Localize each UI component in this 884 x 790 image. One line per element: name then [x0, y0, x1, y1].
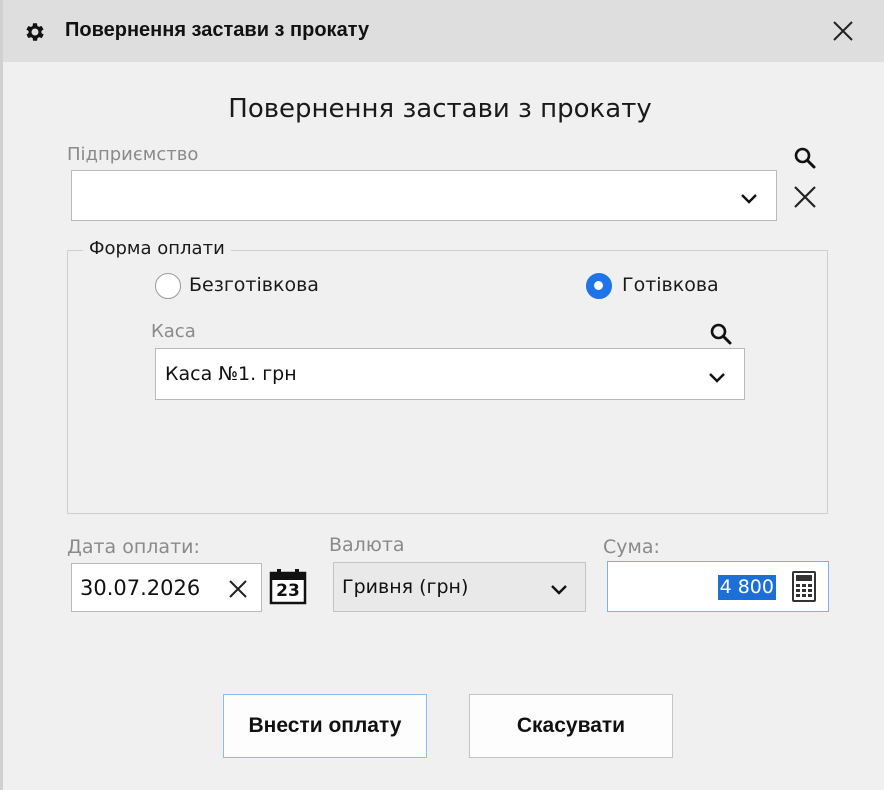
radio-cash-label[interactable]: Готівкова — [622, 274, 719, 296]
calendar-icon[interactable]: 23 — [269, 569, 307, 605]
radio-cash[interactable] — [586, 273, 612, 299]
sum-label: Сума: — [603, 536, 660, 558]
gear-icon — [26, 23, 44, 41]
dialog-heading: Повернення застави з прокату — [228, 94, 652, 124]
search-icon[interactable] — [793, 146, 817, 170]
search-icon[interactable] — [709, 322, 733, 346]
cashbox-select[interactable]: Каса №1. грн — [155, 348, 745, 400]
clear-icon[interactable] — [791, 183, 819, 211]
calendar-day: 23 — [276, 581, 300, 601]
currency-value: Гривня (грн) — [342, 576, 469, 598]
chevron-down-icon — [551, 585, 567, 595]
submit-payment-button[interactable]: Внести оплату — [223, 694, 427, 758]
window-title: Повернення застави з прокату — [65, 19, 370, 41]
payment-date-input[interactable]: 30.07.2026 — [71, 563, 262, 612]
sum-value: 4 800 — [717, 575, 776, 600]
cashbox-value: Каса №1. грн — [165, 363, 297, 385]
chevron-down-icon — [709, 373, 725, 383]
payment-form-legend: Форма оплати — [83, 238, 231, 259]
title-bar[interactable]: Повернення застави з прокату — [3, 0, 884, 62]
currency-select[interactable]: Гривня (грн) — [333, 562, 586, 612]
dialog-window: Повернення застави з прокату Повернення … — [0, 0, 884, 790]
close-icon[interactable] — [829, 17, 857, 45]
enterprise-label: Підприємство — [67, 144, 199, 165]
cancel-button[interactable]: Скасувати — [469, 694, 673, 758]
cashbox-label: Каса — [151, 321, 196, 342]
enterprise-select[interactable] — [71, 170, 777, 221]
radio-cashless[interactable] — [155, 273, 181, 299]
clear-icon[interactable] — [228, 579, 248, 599]
payment-date-label: Дата оплати: — [67, 536, 200, 558]
currency-label: Валюта — [329, 534, 405, 556]
radio-cashless-label[interactable]: Безготівкова — [189, 274, 319, 296]
sum-input[interactable]: 4 800 — [607, 561, 829, 612]
calculator-icon[interactable] — [792, 571, 816, 602]
payment-date-value: 30.07.2026 — [80, 575, 201, 600]
chevron-down-icon — [741, 194, 757, 204]
